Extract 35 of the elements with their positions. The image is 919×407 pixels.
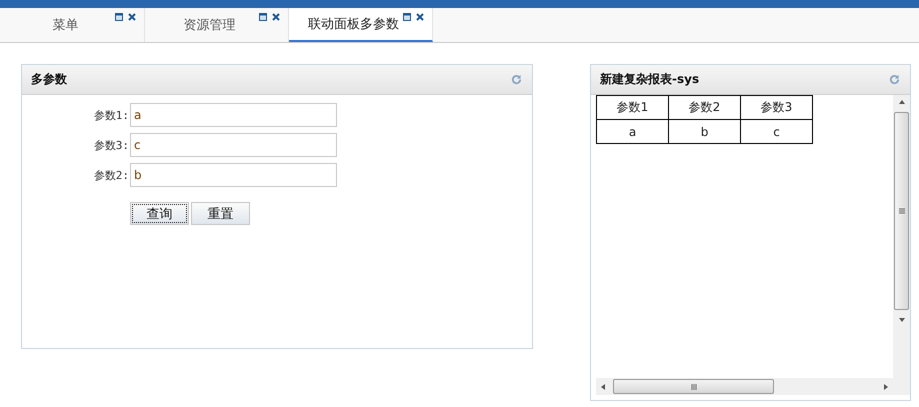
panel-title: 多参数 <box>31 71 67 88</box>
table-cell: a <box>596 120 668 144</box>
right-arrow-icon[interactable] <box>882 382 890 390</box>
column-header: 参数1 <box>596 96 668 120</box>
field-label: 参数2: <box>92 168 129 182</box>
tab[interactable]: 菜单 <box>1 8 145 42</box>
maximize-icon[interactable] <box>115 13 123 21</box>
scroll-thumb[interactable] <box>613 379 774 394</box>
left-arrow-icon[interactable] <box>599 382 607 390</box>
up-arrow-icon[interactable] <box>898 98 906 106</box>
close-icon[interactable] <box>416 13 424 21</box>
tab-label[interactable]: 菜单 <box>52 16 92 34</box>
scroll-thumb[interactable] <box>894 112 909 310</box>
input-field[interactable]: a <box>130 103 337 127</box>
vertical-scrollbar[interactable] <box>893 95 910 378</box>
tab-label[interactable]: 联动面板多参数 <box>308 15 413 33</box>
table-cell: c <box>740 120 812 144</box>
tab[interactable]: 联动面板多参数 <box>289 8 433 42</box>
close-icon[interactable] <box>272 13 280 21</box>
input-field[interactable]: c <box>130 133 337 157</box>
table-cell: b <box>668 120 740 144</box>
maximize-icon[interactable] <box>403 13 411 21</box>
tab-label[interactable]: 资源管理 <box>184 16 250 34</box>
field-label: 参数1: <box>92 108 129 122</box>
close-icon[interactable] <box>128 13 136 21</box>
maximize-icon[interactable] <box>259 13 267 21</box>
field-label: 参数3: <box>92 138 129 152</box>
button[interactable]: 重置 <box>191 202 250 225</box>
button[interactable]: 查询 <box>130 202 189 225</box>
input-field[interactable]: b <box>130 163 337 187</box>
column-header: 参数3 <box>740 96 812 120</box>
panel-title: 新建复杂报表-sys <box>600 71 700 88</box>
down-arrow-icon[interactable] <box>898 316 906 324</box>
column-header: 参数2 <box>668 96 740 120</box>
horizontal-scrollbar[interactable] <box>596 378 893 395</box>
